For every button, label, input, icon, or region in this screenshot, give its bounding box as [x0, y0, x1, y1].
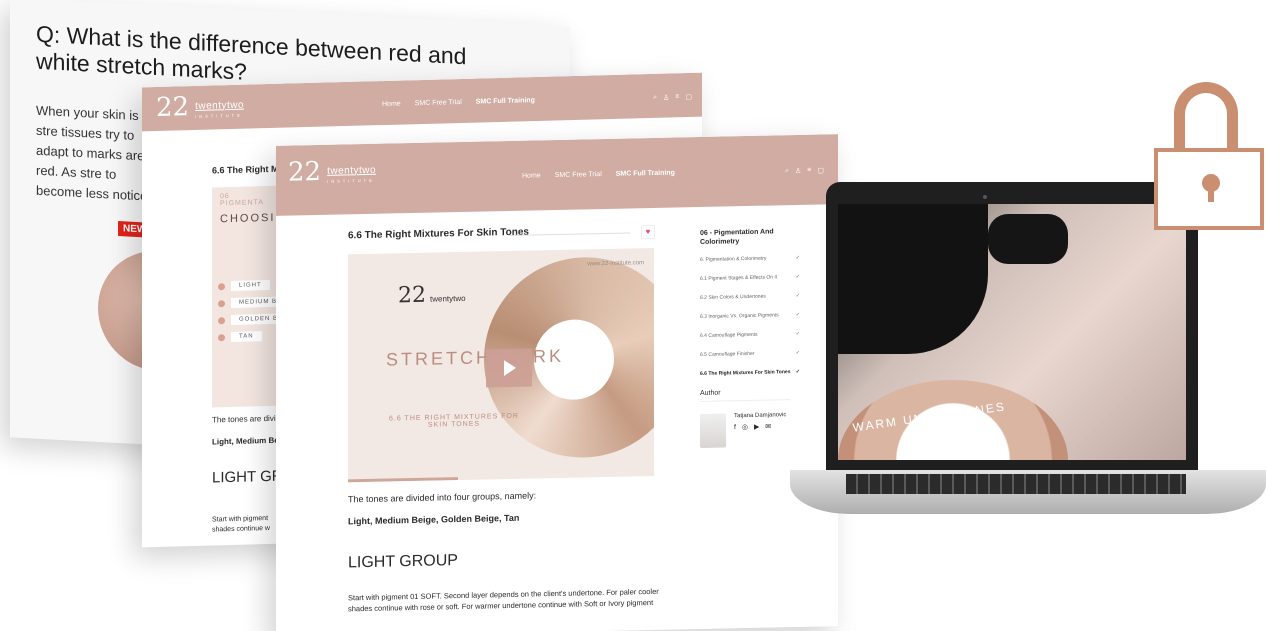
brand-sub: INSTITUTE	[195, 112, 243, 119]
lesson-title: 6.6 The Right Mi	[212, 163, 282, 176]
video-logo: 22 twentytwo	[398, 282, 466, 309]
check-icon: ✓	[795, 349, 800, 356]
body-text: The tones are divided into four groups, …	[348, 490, 537, 505]
author-card: Tatjana Damjanovic f ◎ ▶ ✉	[700, 412, 800, 449]
lesson-title: 6.6 The Right Mixtures For Skin Tones	[348, 226, 529, 242]
panel-title: CHOOSIN	[220, 211, 286, 226]
nav-full[interactable]: SMC Full Training	[476, 97, 535, 106]
author-heading: Author	[700, 388, 790, 403]
brand-logo[interactable]: 22 twentytwo INSTITUTE	[156, 92, 245, 123]
header-bar: 22 twentytwo INSTITUTE Home SMC Free Tria…	[276, 134, 838, 216]
brand-sub: INSTITUTE	[327, 177, 375, 184]
promo-stage: Q: What is the difference between red an…	[0, 0, 1266, 631]
padlock-body	[1154, 148, 1264, 230]
cart-icon[interactable]: ▢	[817, 166, 824, 174]
avatar	[700, 413, 726, 449]
video-url: www.22-institute.com	[587, 260, 644, 268]
check-icon: ✓	[795, 330, 800, 337]
nav-home[interactable]: Home	[522, 172, 541, 179]
sidebar-lesson-item[interactable]: 6.3 Inorganic Vs. Organic Pigments ✓	[700, 312, 800, 321]
lesson-page-front: 22 twentytwo INSTITUTE Home SMC Free Tria…	[276, 134, 838, 631]
brand-mark: 22	[156, 92, 190, 123]
body-paragraph: Start with pigment 01 SOFT. Second layer…	[348, 586, 659, 614]
main-nav: Home SMC Free Trial SMC Full Training	[522, 170, 675, 180]
social-icons[interactable]: f ◎ ▶ ✉	[734, 422, 786, 431]
body-text: The tones are divid	[212, 413, 281, 425]
menu-icon[interactable]: ≡	[675, 93, 679, 101]
check-icon: ✓	[795, 368, 800, 375]
check-icon: ✓	[795, 254, 800, 261]
keyboard	[846, 474, 1186, 494]
gloved-hand-image	[988, 214, 1068, 264]
sidebar-lesson-item[interactable]: 6.2 Skin Colors & Undertones ✓	[700, 293, 800, 302]
check-icon: ✓	[795, 311, 800, 318]
user-icon[interactable]: ♙	[795, 167, 801, 175]
nav-trial[interactable]: SMC Free Trial	[415, 99, 462, 107]
brand-name: twentytwo	[195, 99, 245, 112]
main-nav: Home SMC Free Trial SMC Full Training	[382, 97, 535, 108]
nav-full[interactable]: SMC Full Training	[616, 170, 675, 178]
course-sidebar: 06 - Pigmentation And Colorimetry 6. Pig…	[700, 227, 800, 449]
sidebar-section-title: 06 - Pigmentation And Colorimetry	[700, 228, 774, 247]
sidebar-lesson-item[interactable]: 6.5 Camouflage Finisher ✓	[700, 350, 800, 359]
dot-icon	[218, 299, 225, 307]
brand-name: twentytwo	[327, 164, 377, 177]
laptop-screen-video: WARM UNDERTONES	[838, 204, 1186, 460]
check-icon: ✓	[795, 292, 800, 299]
video-progress-bar[interactable]	[348, 477, 459, 483]
keyhole-icon	[1202, 174, 1220, 202]
search-icon[interactable]: ⌕	[653, 94, 657, 102]
sidebar-lesson-item[interactable]: 6.4 Camouflage Pigments ✓	[700, 331, 800, 340]
video-player[interactable]: www.22-institute.com 22 twentytwo STRETCH…	[348, 247, 654, 483]
brand-mark: 22	[288, 156, 322, 188]
section-heading: LIGHT GROUP	[348, 552, 458, 572]
video-title: STRETCH MARK	[386, 345, 565, 370]
menu-icon[interactable]: ≡	[807, 167, 811, 175]
padlock-icon	[1154, 82, 1266, 232]
favorite-heart-icon[interactable]: ♥	[641, 224, 655, 240]
video-subtitle: 6.6 THE RIGHT MIXTURES FOR SKIN TONES	[389, 412, 519, 429]
header-icons: ⌕ ♙ ≡ ▢	[785, 166, 824, 175]
sidebar-lesson-item[interactable]: 6.1 Pigment Stages & Effects On It ✓	[700, 274, 800, 283]
body-strong: Light, Medium Bei	[212, 435, 281, 447]
webcam-icon	[983, 195, 987, 199]
faq-body: When your skin is stre tissues try to ad…	[36, 102, 148, 204]
nav-trial[interactable]: SMC Free Trial	[555, 171, 602, 179]
check-icon: ✓	[795, 273, 800, 280]
body-strong: Light, Medium Beige, Golden Beige, Tan	[348, 512, 520, 527]
brand-logo[interactable]: 22 twentytwo INSTITUTE	[288, 156, 377, 188]
dot-icon	[218, 333, 225, 341]
dot-icon	[218, 282, 225, 290]
dot-icon	[218, 316, 225, 324]
cart-icon[interactable]: ▢	[685, 93, 692, 101]
panel-kicker: 06 PIGMENTA	[220, 193, 265, 208]
play-button[interactable]	[486, 348, 532, 388]
sidebar-lesson-item[interactable]: 6. Pigmentation & Colorimetry ✓	[700, 255, 800, 264]
nav-home[interactable]: Home	[382, 101, 401, 108]
user-icon[interactable]: ♙	[663, 94, 669, 102]
header-icons: ⌕ ♙ ≡ ▢	[653, 93, 692, 102]
gloved-hand-image	[838, 204, 988, 354]
author-name: Tatjana Damjanovic	[734, 412, 787, 420]
search-icon[interactable]: ⌕	[785, 167, 789, 175]
sidebar-lesson-item-current[interactable]: 6.6 The Right Mixtures For Skin Tones ✓	[700, 369, 800, 378]
